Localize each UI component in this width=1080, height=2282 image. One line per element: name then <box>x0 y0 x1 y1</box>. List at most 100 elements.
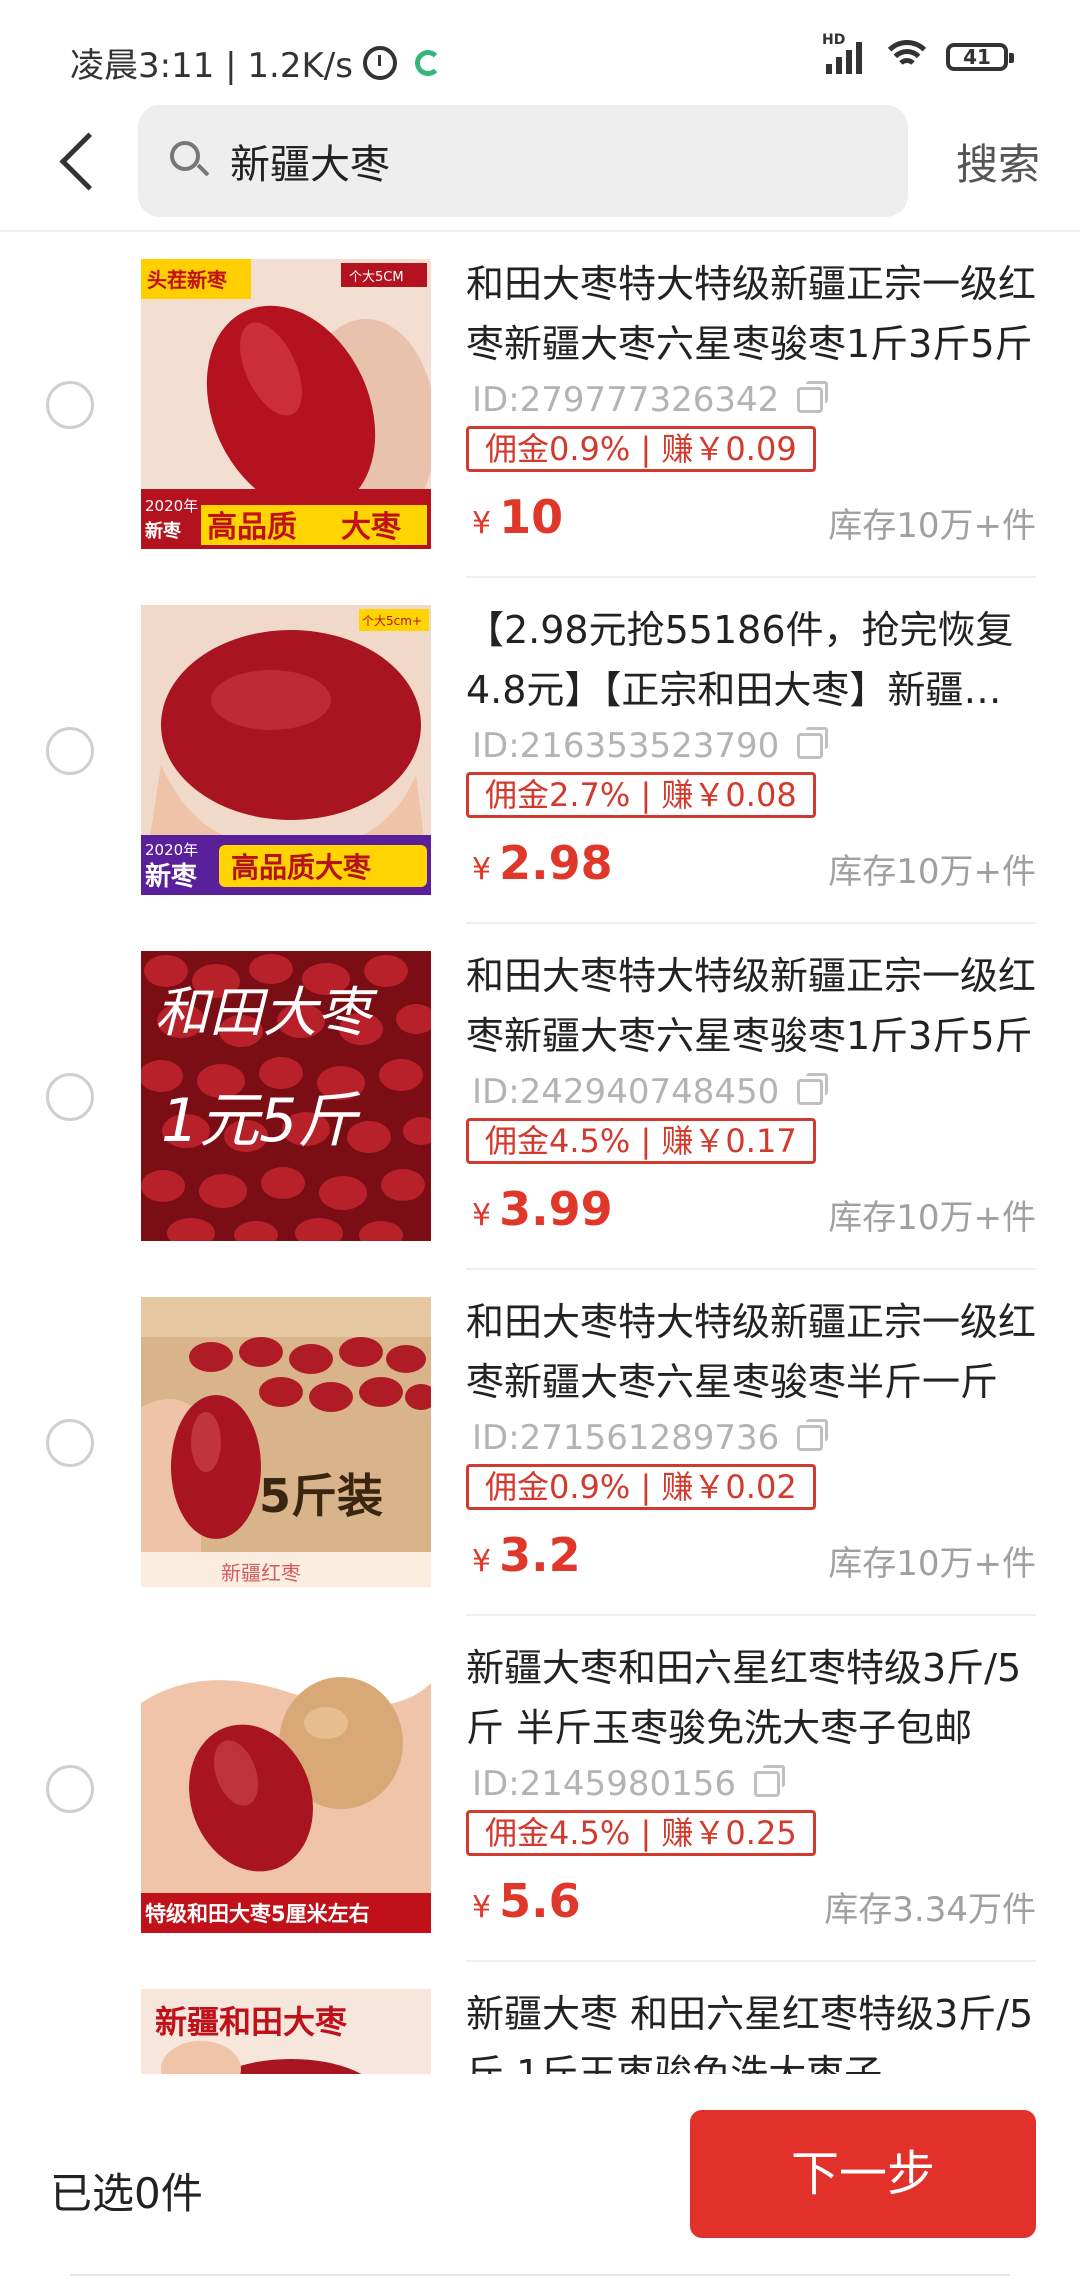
product-id: ID:2145980156 <box>472 1764 736 1804</box>
product-image-jujube-hand: 头茬新枣 个大5CM 2020年 新枣 高品质 大枣 <box>141 259 431 549</box>
copy-icon[interactable] <box>753 1765 785 1797</box>
gesture-bar <box>70 2274 1010 2276</box>
product-id: ID:279777326342 <box>472 380 780 420</box>
product-title[interactable]: 【2.98元抢55186件，抢完恢复4.8元】【正宗和田大枣】新疆红枣 <box>466 600 1036 720</box>
product-image-jujube-closeup: 个大5cm+ 2020年 新枣 高品质大枣 <box>141 605 431 895</box>
product-id-row: ID:216353523790 <box>472 726 829 766</box>
thumb-text: 1元5斤 <box>161 1086 361 1156</box>
back-arrow-icon[interactable] <box>48 127 108 197</box>
product-title[interactable]: 和田大枣特大特级新疆正宗一级红枣新疆大枣六星枣骏枣1斤3斤5斤 <box>466 254 1036 374</box>
price-value: 5.6 <box>499 1874 581 1928</box>
search-header: 搜索 <box>0 105 1080 220</box>
commission-badge: 佣金2.7% | 赚￥0.08 <box>466 772 816 818</box>
copy-icon[interactable] <box>797 1419 829 1451</box>
price: ¥ 5.6 <box>472 1874 581 1928</box>
status-right: HD 41 <box>822 32 1014 74</box>
stock-count: 库存10万+件 <box>828 1198 1036 1238</box>
commission-badge: 佣金0.9% | 赚￥0.09 <box>466 426 816 472</box>
next-step-button[interactable]: 下一步 <box>690 2110 1036 2238</box>
product-title[interactable]: 新疆大枣和田六星红枣特级3斤/5斤 半斤玉枣骏免洗大枣子包邮 <box>466 1638 1036 1758</box>
wifi-icon <box>880 40 934 74</box>
thumb-text: 高品质 <box>207 510 297 545</box>
currency-symbol: ¥ <box>472 852 492 887</box>
thumb-text: 特级和田大枣5厘米左右 <box>145 1902 370 1926</box>
sync-icon <box>414 49 441 76</box>
price-value: 2.98 <box>499 836 613 890</box>
product-title[interactable]: 新疆大枣 和田六星红枣特级3斤/5斤 1斤玉枣骏免洗大枣子 <box>466 1984 1036 2074</box>
price: ¥ 10 <box>472 490 563 544</box>
product-id-row: ID:271561289736 <box>472 1418 829 1458</box>
thumb-text: 个大5CM <box>349 270 404 285</box>
thumb-text: 高品质大枣 <box>231 851 372 884</box>
select-radio[interactable] <box>46 1765 94 1813</box>
search-box[interactable] <box>138 105 908 217</box>
price: ¥ 2.98 <box>472 836 613 890</box>
select-radio[interactable] <box>46 381 94 429</box>
product-image[interactable]: 新疆和田大枣 <box>141 1989 431 2074</box>
stock-count: 库存10万+件 <box>828 506 1036 546</box>
product-item[interactable]: 头茬新枣 个大5CM 2020年 新枣 高品质 大枣 和田大枣特大特级新疆正宗一… <box>0 232 1080 578</box>
product-image-jujube-egg: 特级和田大枣5厘米左右 <box>141 1643 431 1933</box>
battery-level: 41 <box>963 45 991 69</box>
thumb-text: 头茬新枣 <box>147 268 228 292</box>
commission-badge: 佣金4.5% | 赚￥0.17 <box>466 1118 816 1164</box>
product-item[interactable]: 和田大枣 1元5斤 和田大枣特大特级新疆正宗一级红枣新疆大枣六星枣骏枣1斤3斤5… <box>0 924 1080 1270</box>
copy-icon[interactable] <box>797 1073 829 1105</box>
thumb-text: 新疆和田大枣 <box>155 2003 348 2041</box>
product-image-jujube-pile: 和田大枣 1元5斤 <box>141 951 431 1241</box>
select-radio[interactable] <box>46 1073 94 1121</box>
stock-count: 库存10万+件 <box>828 1544 1036 1584</box>
thumb-text: 新枣 <box>145 861 198 892</box>
currency-symbol: ¥ <box>472 506 492 541</box>
product-item[interactable]: 5斤装 新疆红枣 和田大枣特大特级新疆正宗一级红枣新疆大枣六星枣骏枣半斤一斤 I… <box>0 1270 1080 1616</box>
product-image[interactable]: 个大5cm+ 2020年 新枣 高品质大枣 <box>141 605 431 895</box>
signal-icon: HD <box>822 32 862 74</box>
product-image[interactable]: 5斤装 新疆红枣 <box>141 1297 431 1587</box>
price: ¥ 3.99 <box>472 1182 613 1236</box>
product-id: ID:271561289736 <box>472 1418 780 1458</box>
product-title[interactable]: 和田大枣特大特级新疆正宗一级红枣新疆大枣六星枣骏枣1斤3斤5斤 <box>466 946 1036 1066</box>
select-radio[interactable] <box>46 727 94 775</box>
product-image[interactable]: 头茬新枣 个大5CM 2020年 新枣 高品质 大枣 <box>141 259 431 549</box>
thumb-text: 个大5cm+ <box>362 614 422 628</box>
product-id-row: ID:2145980156 <box>472 1764 785 1804</box>
thumb-text: 和田大枣 <box>155 981 378 1044</box>
price-value: 3.99 <box>499 1182 613 1236</box>
product-title[interactable]: 和田大枣特大特级新疆正宗一级红枣新疆大枣六星枣骏枣半斤一斤 <box>466 1292 1036 1412</box>
alarm-icon <box>362 45 397 80</box>
product-id: ID:216353523790 <box>472 726 780 766</box>
status-left: 凌晨3:11 | 1.2K/s <box>70 38 441 87</box>
thumb-text: 大枣 <box>341 510 402 545</box>
stock-count: 库存3.34万件 <box>824 1890 1036 1930</box>
stock-count: 库存10万+件 <box>828 852 1036 892</box>
commission-badge: 佣金0.9% | 赚￥0.02 <box>466 1464 816 1510</box>
currency-symbol: ¥ <box>472 1544 492 1579</box>
price-value: 10 <box>499 490 564 544</box>
product-id-row: ID:242940748450 <box>472 1072 829 1112</box>
thumb-text: 5斤装 <box>259 1469 383 1523</box>
search-button[interactable]: 搜索 <box>956 131 1040 192</box>
thumb-text: 2020年 <box>145 497 198 515</box>
network-label: HD <box>822 32 846 48</box>
select-radio[interactable] <box>46 1419 94 1467</box>
product-list[interactable]: 头茬新枣 个大5CM 2020年 新枣 高品质 大枣 和田大枣特大特级新疆正宗一… <box>0 232 1080 2074</box>
bottom-bar: 已选0件 下一步 <box>0 2074 1080 2282</box>
product-item[interactable]: 个大5cm+ 2020年 新枣 高品质大枣 【2.98元抢55186件，抢完恢复… <box>0 578 1080 924</box>
commission-badge: 佣金4.5% | 赚￥0.25 <box>466 1810 816 1856</box>
product-item[interactable]: 新疆和田大枣 新疆大枣 和田六星红枣特级3斤/5斤 1斤玉枣骏免洗大枣子 <box>0 1962 1080 2074</box>
battery-icon: 41 <box>946 43 1014 71</box>
product-image[interactable]: 和田大枣 1元5斤 <box>141 951 431 1241</box>
search-input[interactable] <box>228 137 832 185</box>
selected-count: 已选0件 <box>50 2169 203 2218</box>
currency-symbol: ¥ <box>472 1890 492 1925</box>
copy-icon[interactable] <box>797 727 829 759</box>
currency-symbol: ¥ <box>472 1198 492 1233</box>
thumb-text: 新枣 <box>145 520 182 542</box>
status-time-speed: 凌晨3:11 | 1.2K/s <box>70 46 353 86</box>
product-item[interactable]: 特级和田大枣5厘米左右 新疆大枣和田六星红枣特级3斤/5斤 半斤玉枣骏免洗大枣子… <box>0 1616 1080 1962</box>
product-id-row: ID:279777326342 <box>472 380 829 420</box>
product-image[interactable]: 特级和田大枣5厘米左右 <box>141 1643 431 1933</box>
price-value: 3.2 <box>499 1528 581 1582</box>
status-bar: 凌晨3:11 | 1.2K/s HD 41 <box>0 0 1080 115</box>
copy-icon[interactable] <box>797 381 829 413</box>
